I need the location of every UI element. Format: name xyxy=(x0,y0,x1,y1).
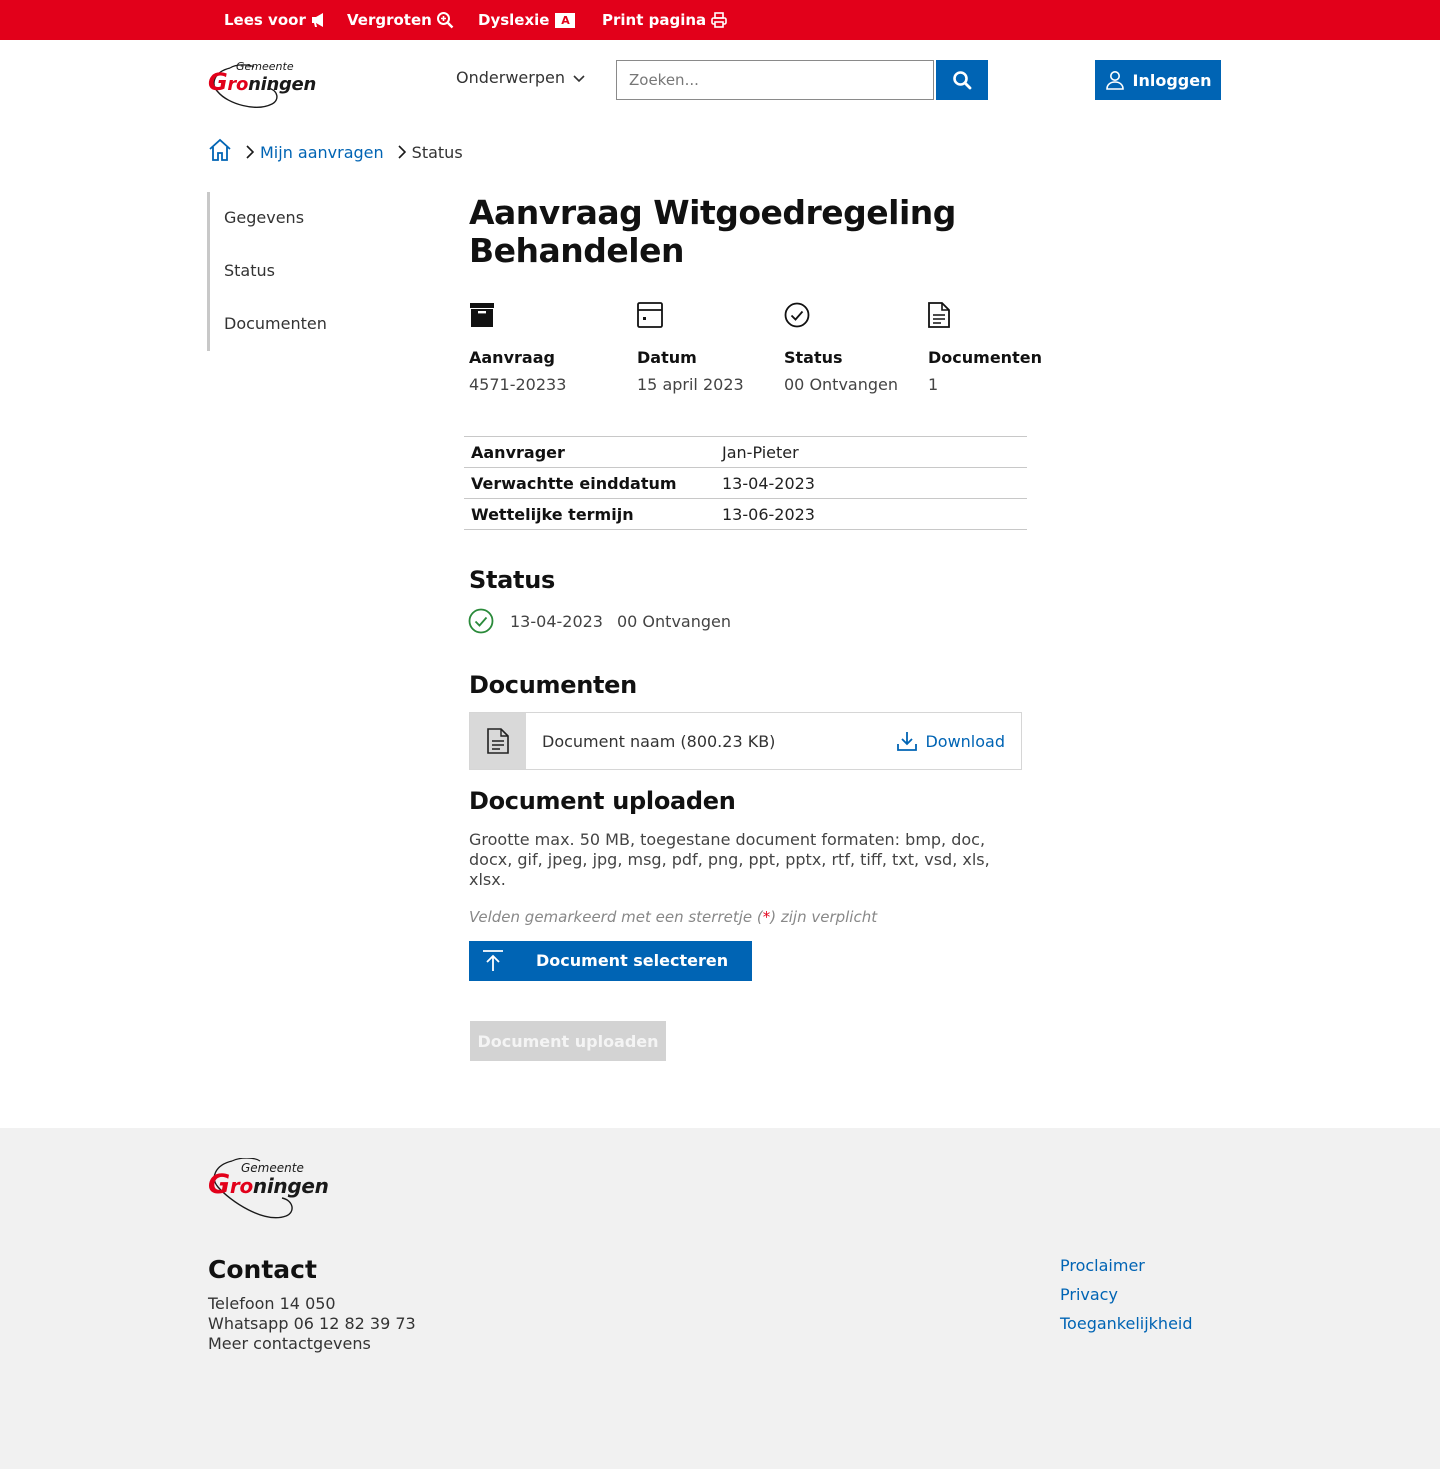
summary-label: Documenten xyxy=(928,348,1042,367)
summary-datum: Datum 15 april 2023 xyxy=(637,302,744,394)
contact-phone: Telefoon 14 050 xyxy=(208,1294,336,1313)
upload-heading: Document uploaden xyxy=(469,787,736,815)
detail-key: Wettelijke termijn xyxy=(471,504,634,524)
breadcrumb-link-mijn-aanvragen[interactable]: Mijn aanvragen xyxy=(260,143,384,162)
detail-value: 13-06-2023 xyxy=(722,504,815,524)
select-document-button[interactable]: Document selecteren xyxy=(469,941,752,981)
chevron-down-icon xyxy=(573,75,585,83)
home-icon xyxy=(209,138,231,161)
footer: Gemeente Groningen Contact Telefoon 14 0… xyxy=(0,1128,1440,1469)
upload-icon xyxy=(483,950,503,971)
select-document-label: Document selecteren xyxy=(536,951,729,970)
gemeente-groningen-logo[interactable]: Gemeente Groningen xyxy=(208,58,318,112)
download-icon xyxy=(897,732,918,751)
search-input[interactable] xyxy=(616,60,934,100)
document-name: Document naam (800.23 KB) xyxy=(542,731,776,751)
contact-heading: Contact xyxy=(208,1255,317,1284)
logo-text-groningen: Groningen xyxy=(208,1169,329,1200)
document-card: Document naam (800.23 KB) Download xyxy=(469,712,1022,770)
detail-key: Aanvrager xyxy=(471,442,565,462)
enlarge-button[interactable]: Vergroten xyxy=(347,0,454,40)
required-fields-note: Velden gemarkeerd met een sterretje (*) … xyxy=(469,908,878,926)
read-aloud-button[interactable]: Lees voor xyxy=(224,0,328,40)
detail-value: 13-04-2023 xyxy=(722,473,815,493)
login-button[interactable]: Inloggen xyxy=(1095,60,1221,100)
calendar-icon xyxy=(637,302,663,328)
document-icon xyxy=(487,728,509,754)
read-aloud-label: Lees voor xyxy=(224,11,306,29)
status-entry: 13-04-2023 00 Ontvangen xyxy=(468,608,731,634)
user-icon xyxy=(1105,71,1124,90)
summary-label: Aanvraag xyxy=(469,348,555,367)
footer-link-privacy[interactable]: Privacy xyxy=(1060,1280,1193,1309)
breadcrumb-home[interactable] xyxy=(208,138,232,166)
contact-more-link[interactable]: Meer contactgevens xyxy=(208,1334,416,1354)
megaphone-icon xyxy=(311,13,323,27)
summary-label: Datum xyxy=(637,348,697,367)
sidenav-item-documenten[interactable]: Documenten xyxy=(224,314,327,333)
chevron-right-icon xyxy=(246,145,254,159)
print-label: Print pagina xyxy=(602,11,707,29)
download-link[interactable]: Download xyxy=(897,731,1005,751)
contact-info: Telefoon 14 050 Whatsapp 06 12 82 39 73 … xyxy=(208,1294,416,1354)
status-text: 00 Ontvangen xyxy=(616,611,731,631)
table-row: Verwachtte einddatum 13-04-2023 xyxy=(464,467,1027,499)
document-icon xyxy=(928,302,950,328)
summary-documenten: Documenten 1 xyxy=(928,302,1042,394)
table-row: Aanvrager Jan-Pieter xyxy=(464,436,1027,468)
details-table: Aanvrager Jan-Pieter Verwachtte einddatu… xyxy=(464,436,1027,530)
footer-link-proclaimer[interactable]: Proclaimer xyxy=(1060,1251,1193,1280)
download-label: Download xyxy=(925,731,1005,751)
upload-info-text: Grootte max. 50 MB, toegestane document … xyxy=(469,830,990,889)
summary-aanvraag: Aanvraag 4571-20233 xyxy=(469,302,566,394)
status-date: 13-04-2023 xyxy=(510,611,603,631)
detail-value: Jan-Pieter xyxy=(722,442,799,462)
search-icon xyxy=(953,71,972,90)
accessibility-bar: Lees voor Vergroten Dyslexie A Print pag… xyxy=(0,0,1440,40)
printer-icon xyxy=(711,12,727,28)
dyslexia-button[interactable]: Dyslexie A xyxy=(478,0,576,40)
summary-status: Status 00 Ontvangen xyxy=(784,302,898,394)
zoom-in-icon xyxy=(436,12,454,29)
documents-heading: Documenten xyxy=(469,671,637,699)
login-label: Inloggen xyxy=(1132,70,1212,90)
search-button[interactable] xyxy=(936,60,988,100)
footer-link-toegankelijkheid[interactable]: Toegankelijkheid xyxy=(1060,1309,1193,1338)
check-circle-icon xyxy=(468,608,494,634)
breadcrumb: Mijn aanvragen Status xyxy=(208,136,463,168)
topics-menu-button[interactable]: Onderwerpen xyxy=(456,68,585,87)
side-navigation: Gegevens Status Documenten xyxy=(207,192,407,351)
upload-document-button[interactable]: Document uploaden xyxy=(470,1021,666,1061)
page-title: Aanvraag Witgoedregeling Behandelen xyxy=(469,193,956,270)
dyslexia-label: Dyslexie xyxy=(478,11,550,29)
archive-icon xyxy=(470,303,494,327)
chevron-right-icon xyxy=(398,145,406,159)
logo-text-groningen: Groningen xyxy=(208,68,316,96)
breadcrumb-current: Status xyxy=(411,142,463,162)
status-heading: Status xyxy=(469,566,555,594)
enlarge-label: Vergroten xyxy=(347,11,432,29)
document-thumbnail xyxy=(470,713,526,769)
print-button[interactable]: Print pagina xyxy=(602,0,728,40)
summary-value: 00 Ontvangen xyxy=(784,375,899,394)
dyslexia-font-icon: A xyxy=(555,12,576,28)
check-circle-icon xyxy=(784,302,810,328)
footer-links: Proclaimer Privacy Toegankelijkheid xyxy=(1060,1251,1193,1338)
contact-whatsapp: Whatsapp 06 12 82 39 73 xyxy=(208,1314,416,1333)
footer-gemeente-groningen-logo[interactable]: Gemeente Groningen xyxy=(208,1158,338,1222)
summary-value: 4571-20233 xyxy=(469,375,567,394)
topics-label: Onderwerpen xyxy=(456,68,565,87)
detail-key: Verwachtte einddatum xyxy=(471,473,677,493)
table-row: Wettelijke termijn 13-06-2023 xyxy=(464,498,1027,530)
summary-value: 1 xyxy=(928,375,939,394)
summary-label: Status xyxy=(784,348,843,367)
summary-value: 15 april 2023 xyxy=(637,375,744,394)
sidenav-item-status[interactable]: Status xyxy=(224,261,275,280)
sidenav-item-gegevens[interactable]: Gegevens xyxy=(224,208,304,227)
